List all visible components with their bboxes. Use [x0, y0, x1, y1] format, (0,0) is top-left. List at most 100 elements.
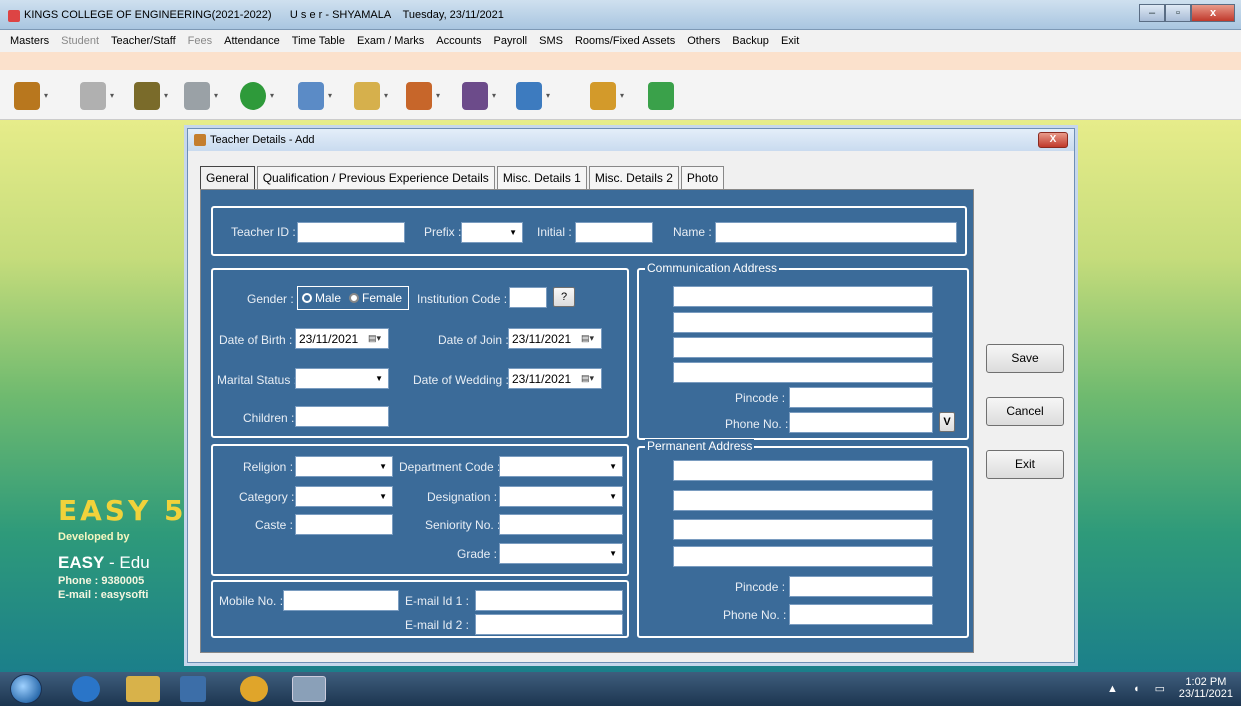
chevron-down-icon[interactable]: ▾	[110, 92, 118, 100]
menu-exit[interactable]: Exit	[781, 35, 799, 47]
calendar-icon[interactable]: ▤▾	[581, 373, 597, 384]
institution-lookup-button[interactable]: ?	[553, 287, 575, 307]
menu-fees[interactable]: Fees	[188, 35, 212, 47]
perm-address-line-2[interactable]	[673, 490, 933, 511]
comm-address-line-1[interactable]	[673, 286, 933, 307]
tab-general[interactable]: General	[200, 166, 255, 189]
children-input[interactable]	[295, 406, 389, 427]
tab-misc-2[interactable]: Misc. Details 2	[588, 166, 679, 189]
designation-select[interactable]: ▼	[499, 486, 623, 507]
tab-qualification[interactable]: Qualification / Previous Experience Deta…	[256, 166, 495, 189]
calendar-icon[interactable]: ▤▾	[368, 333, 384, 344]
seniority-input[interactable]	[499, 514, 623, 535]
mobile-input[interactable]	[283, 590, 399, 611]
comm-address-line-4[interactable]	[673, 362, 933, 383]
easy-app-icon[interactable]	[292, 676, 326, 702]
chevron-down-icon[interactable]: ▾	[44, 92, 52, 100]
system-tray-icons[interactable]: ▲ ◖ ▭	[1107, 682, 1171, 695]
menu-attendance[interactable]: Attendance	[224, 35, 280, 47]
chevron-down-icon[interactable]: ▾	[436, 92, 444, 100]
clock[interactable]: 1:02 PM 23/11/2021	[1179, 676, 1233, 700]
perm-address-line-1[interactable]	[673, 460, 933, 481]
menu-student[interactable]: Student	[61, 35, 99, 47]
category-select[interactable]: ▼	[295, 486, 393, 507]
initial-input[interactable]	[575, 222, 653, 243]
exit-button[interactable]: Exit	[986, 450, 1064, 479]
comm-address-line-2[interactable]	[673, 312, 933, 333]
toolbar-notepad[interactable]: ▾	[354, 82, 392, 110]
menu-teacher-staff[interactable]: Teacher/Staff	[111, 35, 176, 47]
menu-payroll[interactable]: Payroll	[493, 35, 527, 47]
chevron-down-icon[interactable]: ▾	[214, 92, 222, 100]
perm-pincode-input[interactable]	[789, 576, 933, 597]
minimize-button[interactable]: –	[1139, 4, 1165, 22]
tab-misc-1[interactable]: Misc. Details 1	[496, 166, 587, 189]
status-strip	[0, 52, 1241, 70]
teacher-id-input[interactable]	[297, 222, 405, 243]
user-icon	[80, 82, 106, 110]
chevron-down-icon[interactable]: ▾	[270, 92, 278, 100]
comm-pincode-input[interactable]	[789, 387, 933, 408]
internet-explorer-icon[interactable]	[72, 676, 100, 702]
menu-time-table[interactable]: Time Table	[292, 35, 345, 47]
menu-rooms-fixed-assets[interactable]: Rooms/Fixed Assets	[575, 35, 675, 47]
dialog-close-button[interactable]: X	[1038, 132, 1068, 148]
toolbar-refresh[interactable]: ▾	[240, 82, 278, 110]
perm-address-line-3[interactable]	[673, 519, 933, 540]
chevron-down-icon[interactable]: ▾	[384, 92, 392, 100]
grade-select[interactable]: ▼	[499, 543, 623, 564]
toolbar-tools[interactable]: ▾	[590, 82, 628, 110]
chrome-icon[interactable]	[240, 676, 268, 702]
marital-status-select[interactable]: ▼	[295, 368, 389, 389]
menu-masters[interactable]: Masters	[10, 35, 49, 47]
toolbar-user[interactable]: ▾	[80, 82, 118, 110]
toolbar-group[interactable]: ▾	[134, 82, 172, 110]
perm-phone-input[interactable]	[789, 604, 933, 625]
menu-backup[interactable]: Backup	[732, 35, 769, 47]
institution-code-input[interactable]	[509, 287, 547, 308]
cancel-button[interactable]: Cancel	[986, 397, 1064, 426]
dob-date-picker[interactable]: 23/11/2021 ▤▾	[295, 328, 389, 349]
menu-sms[interactable]: SMS	[539, 35, 563, 47]
toolbar-coins[interactable]: ▾	[184, 82, 222, 110]
window-titlebar: KINGS COLLEGE OF ENGINEERING(2021-2022) …	[0, 0, 1241, 30]
name-input[interactable]	[715, 222, 957, 243]
chevron-down-icon[interactable]: ▾	[164, 92, 172, 100]
email1-input[interactable]	[475, 590, 623, 611]
toolbar-calendar[interactable]: ▾	[298, 82, 336, 110]
toolbar-exit[interactable]	[648, 82, 674, 110]
doj-date-picker[interactable]: 23/11/2021 ▤▾	[508, 328, 602, 349]
comm-phone-input[interactable]	[789, 412, 933, 433]
maximize-button[interactable]: ▫	[1165, 4, 1191, 22]
religion-select[interactable]: ▼	[295, 456, 393, 477]
chevron-down-icon[interactable]: ▾	[492, 92, 500, 100]
toolbar-certificate[interactable]: ▾	[462, 82, 500, 110]
calendar-icon[interactable]: ▤▾	[581, 333, 597, 344]
chevron-down-icon[interactable]: ▾	[620, 92, 628, 100]
caste-input[interactable]	[295, 514, 393, 535]
chevron-down-icon[interactable]: ▾	[546, 92, 554, 100]
toolbar-gift[interactable]: ▾	[14, 82, 52, 110]
start-button[interactable]	[10, 674, 42, 704]
prefix-select[interactable]: ▼	[461, 222, 523, 243]
menu-exam-marks[interactable]: Exam / Marks	[357, 35, 424, 47]
toolbar-books[interactable]: ▾	[406, 82, 444, 110]
media-player-icon[interactable]	[180, 676, 206, 702]
wedding-date-picker[interactable]: 23/11/2021 ▤▾	[508, 368, 602, 389]
copy-address-button[interactable]: V	[939, 412, 955, 432]
close-button[interactable]: x	[1191, 4, 1235, 22]
female-radio[interactable]	[349, 293, 360, 303]
menu-accounts[interactable]: Accounts	[436, 35, 481, 47]
file-explorer-icon[interactable]	[126, 676, 160, 702]
department-code-select[interactable]: ▼	[499, 456, 623, 477]
perm-address-line-4[interactable]	[673, 546, 933, 567]
email2-input[interactable]	[475, 614, 623, 635]
toolbar-chart[interactable]: ▾	[516, 82, 554, 110]
save-button[interactable]: Save	[986, 344, 1064, 373]
chevron-down-icon[interactable]: ▾	[328, 92, 336, 100]
caste-label: Caste :	[255, 518, 294, 532]
male-radio[interactable]	[302, 293, 312, 303]
menu-others[interactable]: Others	[687, 35, 720, 47]
tab-photo[interactable]: Photo	[680, 166, 725, 189]
comm-address-line-3[interactable]	[673, 337, 933, 358]
